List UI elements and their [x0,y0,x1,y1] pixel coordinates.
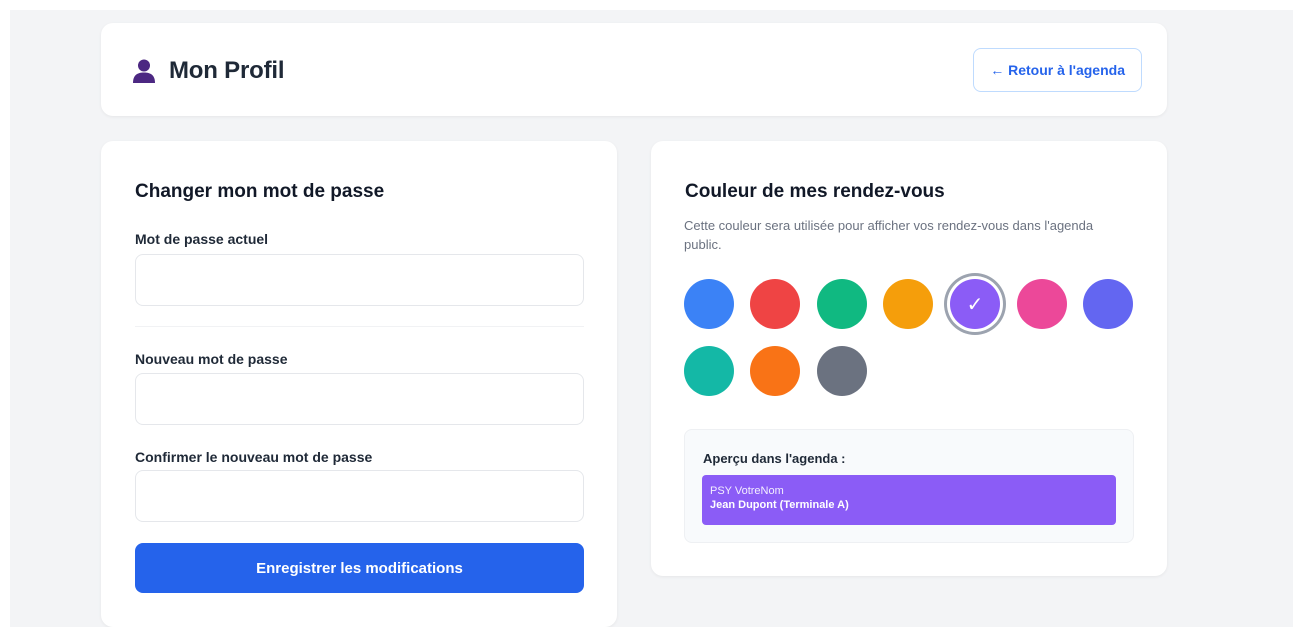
color-swatch-pink[interactable] [1017,279,1067,329]
page-title: Mon Profil [169,57,285,84]
confirm-password-input[interactable] [135,470,584,522]
password-section-title: Changer mon mot de passe [135,181,385,202]
save-changes-button[interactable]: Enregistrer les modifications [135,543,584,593]
confirm-password-label: Confirmer le nouveau mot de passe [135,449,373,465]
color-swatch-green[interactable] [817,279,867,329]
new-password-input[interactable] [135,373,584,425]
profile-header: Mon Profil ← Retour à l'agenda [101,23,1167,116]
color-description: Cette couleur sera utilisée pour affiche… [684,218,1094,252]
color-swatch-blue[interactable] [684,279,734,329]
new-password-label: Nouveau mot de passe [135,351,288,367]
preview-label: Aperçu dans l'agenda : [703,451,846,466]
preview-event: PSY VotreNom Jean Dupont (Terminale A) [702,475,1116,525]
color-swatch-amber[interactable] [883,279,933,329]
current-password-input[interactable] [135,254,584,306]
color-swatch-indigo[interactable] [1083,279,1133,329]
check-icon: ✓ [966,293,984,316]
title-wrap: Mon Profil [131,57,285,85]
color-swatch-red[interactable] [750,279,800,329]
color-card: Couleur de mes rendez-vous Cette couleur… [651,141,1167,576]
color-section-title: Couleur de mes rendez-vous [685,181,945,202]
preview-event-title: PSY VotreNom [710,485,784,497]
page-background: Mon Profil ← Retour à l'agenda Changer m… [10,10,1293,627]
preview-event-student: Jean Dupont (Terminale A) [710,499,849,511]
color-swatch-purple[interactable]: ✓ [950,279,1000,329]
agenda-preview: Aperçu dans l'agenda : PSY VotreNom Jean… [684,429,1134,543]
color-swatch-gray[interactable] [817,346,867,396]
password-card: Changer mon mot de passe Mot de passe ac… [101,141,617,627]
current-password-label: Mot de passe actuel [135,231,269,247]
divider [135,326,584,327]
color-swatch-orange[interactable] [750,346,800,396]
color-swatch-teal[interactable] [684,346,734,396]
back-to-agenda-button[interactable]: ← Retour à l'agenda [973,48,1142,92]
user-icon [133,59,155,83]
